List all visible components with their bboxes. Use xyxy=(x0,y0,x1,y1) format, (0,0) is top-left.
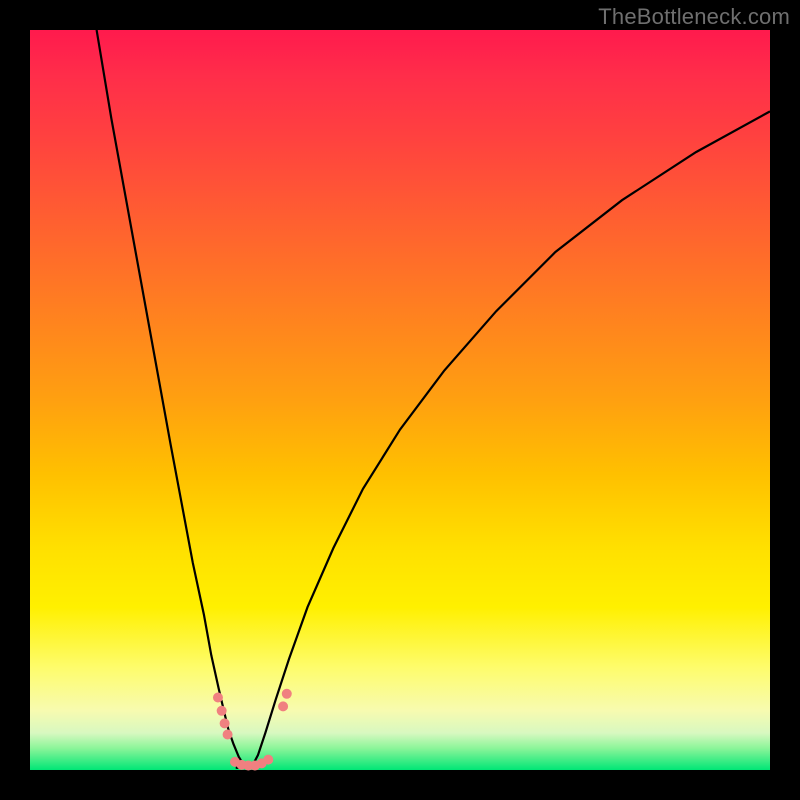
watermark-text: TheBottleneck.com xyxy=(598,4,790,30)
data-point xyxy=(278,701,288,711)
chart-plot-area xyxy=(30,30,770,770)
data-point xyxy=(220,718,230,728)
data-point xyxy=(282,689,292,699)
curve-right-branch xyxy=(252,111,770,766)
data-point xyxy=(263,755,273,765)
curve-left-branch xyxy=(97,30,245,766)
data-points xyxy=(213,689,292,771)
data-point xyxy=(213,692,223,702)
chart-frame: TheBottleneck.com xyxy=(0,0,800,800)
data-point xyxy=(223,729,233,739)
chart-svg xyxy=(30,30,770,770)
data-point xyxy=(217,706,227,716)
